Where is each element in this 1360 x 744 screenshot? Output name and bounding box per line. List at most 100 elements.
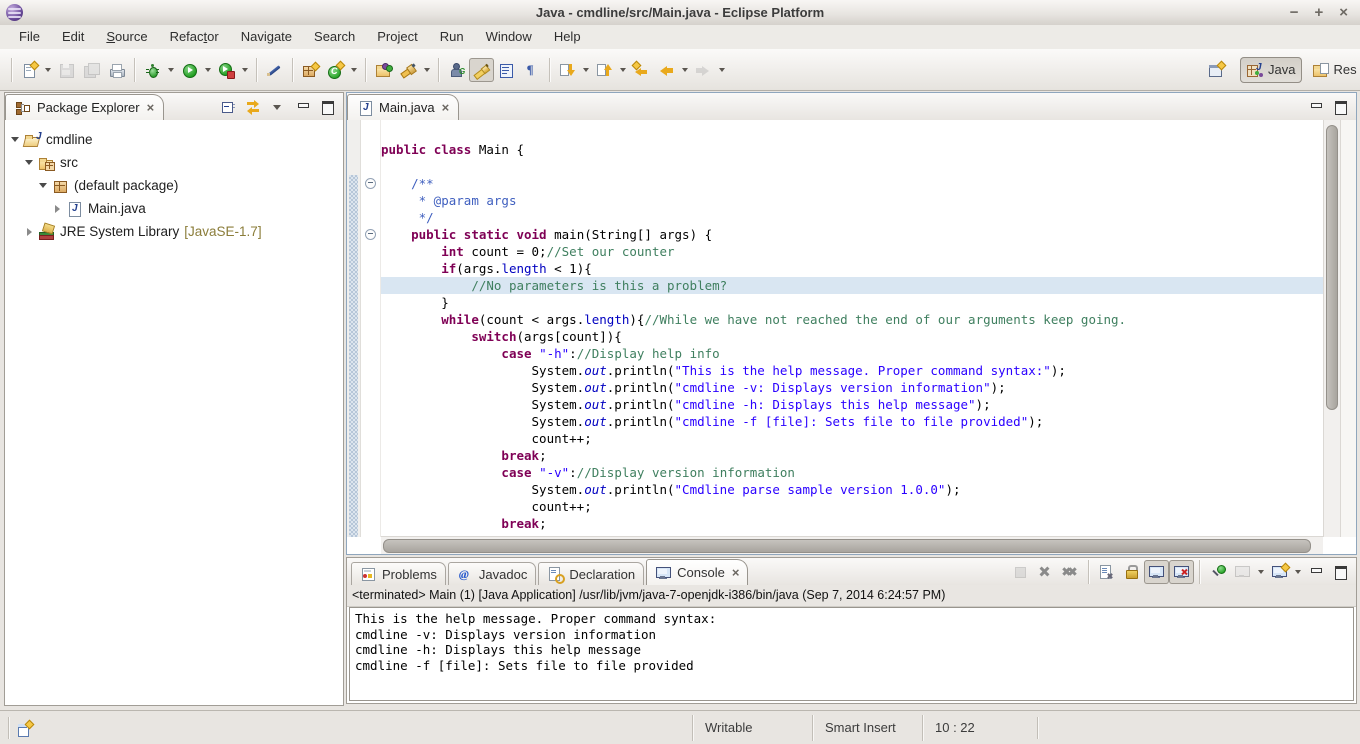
menu-navigate[interactable]: Navigate — [230, 25, 303, 49]
menu-file[interactable]: File — [8, 25, 51, 49]
show-whitespace-button[interactable]: ¶ — [519, 58, 544, 82]
menu-search[interactable]: Search — [303, 25, 366, 49]
maximize-button[interactable] — [316, 95, 341, 119]
display-console-menu-button[interactable] — [1255, 560, 1267, 584]
code-line[interactable]: */ — [381, 209, 1323, 226]
forward-menu-button[interactable] — [716, 58, 728, 82]
code-line[interactable]: System.out.println("This is the help mes… — [381, 362, 1323, 379]
code-line[interactable]: while(count < args.length){//While we ha… — [381, 311, 1323, 328]
display-console-button[interactable] — [1230, 560, 1255, 584]
run-menu-button[interactable] — [202, 58, 214, 82]
remove-all-launches-button[interactable] — [1058, 560, 1083, 584]
show-stdout-button[interactable] — [1144, 560, 1169, 584]
code-line[interactable]: case "-h"://Display help info — [381, 345, 1323, 362]
horizontal-scrollbar-thumb[interactable] — [383, 539, 1311, 553]
tab-problems[interactable]: Problems — [351, 562, 446, 585]
menu-project[interactable]: Project — [366, 25, 428, 49]
search-button[interactable] — [396, 58, 421, 82]
show-selected-element-button[interactable] — [494, 58, 519, 82]
tab-declaration[interactable]: Declaration — [538, 562, 644, 585]
collapse-arrow-icon[interactable] — [39, 183, 47, 188]
clear-console-button[interactable] — [1094, 560, 1119, 584]
breadcrumb-button[interactable]: G — [444, 58, 469, 82]
menu-source[interactable]: Source — [95, 25, 158, 49]
minimize-button[interactable] — [1304, 95, 1329, 119]
tree-item-main.java[interactable]: JMain.java — [5, 197, 343, 220]
collapse-arrow-icon[interactable] — [11, 137, 19, 142]
code-line[interactable]: break; — [381, 515, 1323, 532]
run-external-tools-menu-button[interactable] — [239, 58, 251, 82]
back-button[interactable] — [654, 58, 679, 82]
menu-refactor[interactable]: Refactor — [159, 25, 230, 49]
minimize-button[interactable] — [1304, 560, 1329, 584]
maximize-button[interactable] — [1329, 95, 1354, 119]
minimize-button[interactable] — [291, 95, 316, 119]
editor-horizontal-scrollbar[interactable] — [381, 536, 1323, 554]
new-wizard-menu-button[interactable] — [42, 58, 54, 82]
mark-occurrences-button[interactable] — [469, 58, 494, 82]
new-java-class-menu-button[interactable] — [348, 58, 360, 82]
run-button[interactable] — [177, 58, 202, 82]
collapse-all-button[interactable] — [216, 95, 241, 119]
code-line[interactable]: int count = 0;//Set our counter — [381, 243, 1323, 260]
debug-menu-button[interactable] — [165, 58, 177, 82]
view-menu-button[interactable] — [266, 95, 291, 119]
new-wizard-button[interactable] — [17, 58, 42, 82]
new-java-class-button[interactable]: C — [323, 58, 348, 82]
tab-console[interactable]: Console× — [646, 559, 748, 586]
collapse-arrow-icon[interactable] — [25, 160, 33, 165]
fold-collapse-icon[interactable] — [365, 229, 376, 240]
scroll-lock-button[interactable] — [1119, 560, 1144, 584]
code-line[interactable]: System.out.println("cmdline -v: Displays… — [381, 379, 1323, 396]
tree-item-default-package[interactable]: (default package) — [5, 174, 343, 197]
fold-collapse-icon[interactable] — [365, 178, 376, 189]
code-line[interactable]: if(args.length < 1){ — [381, 260, 1323, 277]
terminate-button[interactable] — [1008, 560, 1033, 584]
code-line[interactable]: * @param args — [381, 192, 1323, 209]
perspective-java-button[interactable]: JJava — [1240, 57, 1302, 83]
menu-edit[interactable]: Edit — [51, 25, 95, 49]
fast-view-button[interactable] — [16, 719, 40, 739]
perspective-res-button[interactable]: Res — [1305, 57, 1360, 83]
code-line[interactable]: //No parameters is this a problem? — [381, 277, 1323, 294]
tree-item-cmdline[interactable]: Jcmdline — [5, 128, 343, 151]
code-line[interactable]: System.out.println("cmdline -f [file]: S… — [381, 413, 1323, 430]
link-editor-button[interactable] — [241, 95, 266, 119]
expand-arrow-icon[interactable] — [27, 228, 32, 236]
code-line[interactable]: } — [381, 294, 1323, 311]
console-output[interactable]: This is the help message. Proper command… — [349, 607, 1354, 701]
close-tab-icon[interactable]: × — [147, 101, 155, 114]
window-minimize-button[interactable]: − — [1290, 5, 1299, 20]
debug-button[interactable] — [140, 58, 165, 82]
last-edit-location-button[interactable] — [629, 58, 654, 82]
save-button[interactable] — [54, 58, 79, 82]
print-button[interactable] — [104, 58, 129, 82]
code-line[interactable]: /** — [381, 175, 1323, 192]
previous-annotation-button[interactable] — [592, 58, 617, 82]
open-task-button[interactable] — [371, 58, 396, 82]
vertical-scrollbar-thumb[interactable] — [1326, 125, 1338, 410]
run-external-tools-button[interactable] — [214, 58, 239, 82]
tree-item-src[interactable]: src — [5, 151, 343, 174]
code-line[interactable] — [381, 158, 1323, 175]
close-tab-icon[interactable]: × — [732, 566, 740, 579]
code-line[interactable]: count++; — [381, 430, 1323, 447]
open-perspective-button[interactable] — [1207, 58, 1224, 82]
tab-main-java[interactable]: J Main.java × — [347, 94, 459, 121]
previous-annotation-menu-button[interactable] — [617, 58, 629, 82]
new-java-project-button[interactable] — [298, 58, 323, 82]
code-line[interactable]: switch(args[count]){ — [381, 328, 1323, 345]
next-annotation-button[interactable] — [555, 58, 580, 82]
back-menu-button[interactable] — [679, 58, 691, 82]
code-line[interactable]: break; — [381, 447, 1323, 464]
tab-package-explorer[interactable]: Package Explorer × — [5, 94, 164, 121]
menu-help[interactable]: Help — [543, 25, 592, 49]
tree-item-jre-system-library[interactable]: JRE System Library[JavaSE-1.7] — [5, 220, 343, 243]
show-stderr-button[interactable] — [1169, 560, 1194, 584]
close-tab-icon[interactable]: × — [442, 101, 450, 114]
save-all-button[interactable] — [79, 58, 104, 82]
code-line[interactable]: count++; — [381, 498, 1323, 515]
menu-run[interactable]: Run — [429, 25, 475, 49]
next-annotation-menu-button[interactable] — [580, 58, 592, 82]
open-console-menu-button[interactable] — [1292, 560, 1304, 584]
